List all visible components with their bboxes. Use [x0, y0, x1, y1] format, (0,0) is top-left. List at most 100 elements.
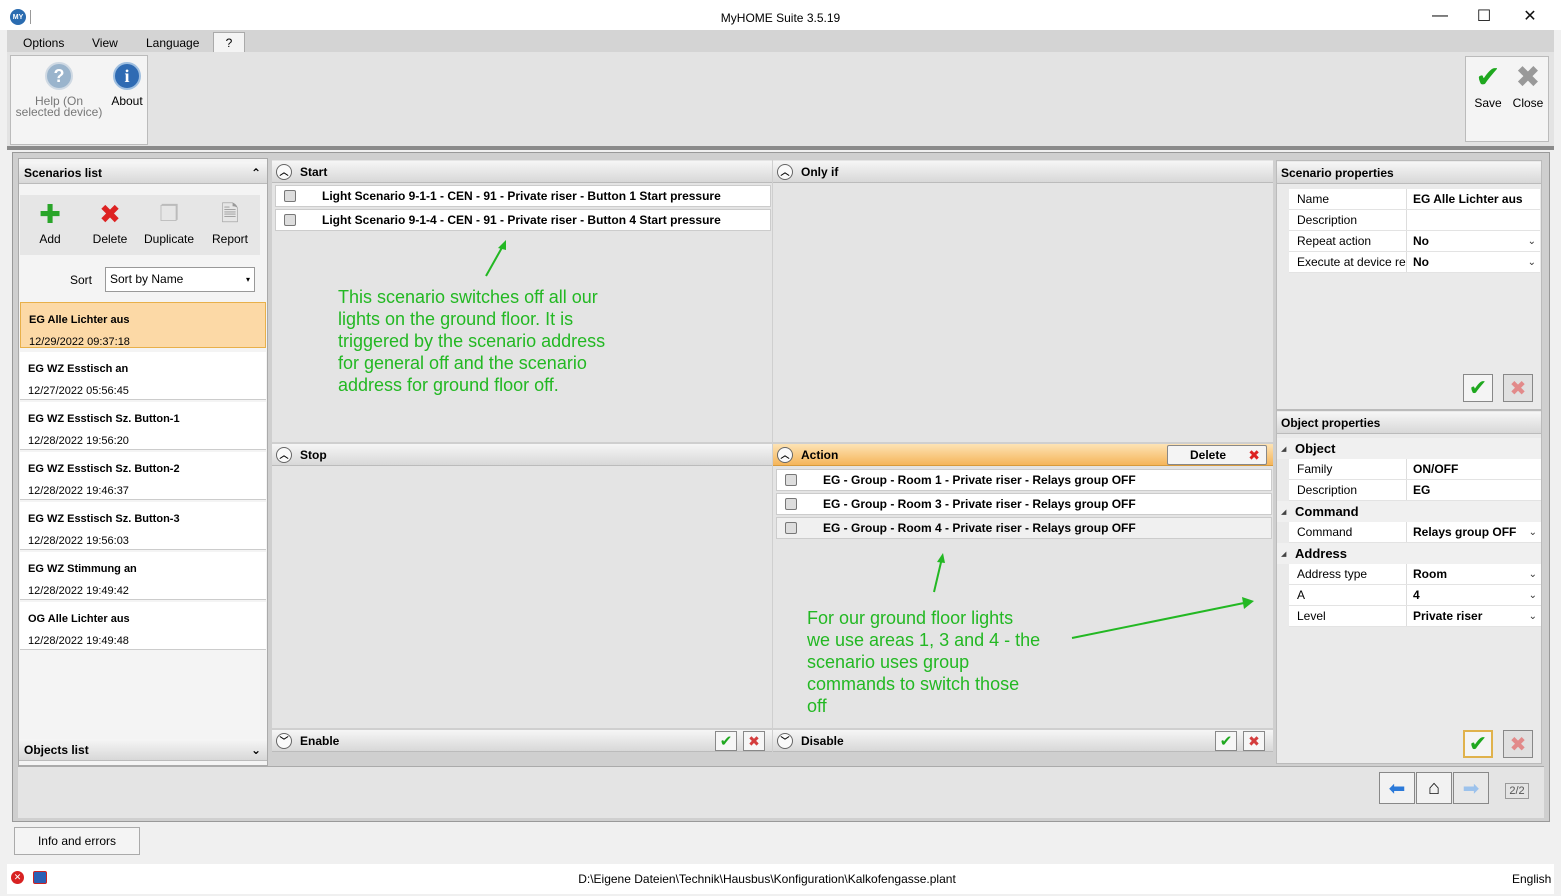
prop-value-level[interactable]: Private riser ⌄ [1407, 606, 1541, 626]
prop-value-execute[interactable]: No ⌄ [1407, 252, 1540, 272]
action-row[interactable]: EG - Group - Room 3 - Private riser - Re… [776, 493, 1272, 515]
scenario-properties-header: Scenario properties [1277, 162, 1541, 184]
scenario-properties-confirm-button[interactable]: ✔ [1463, 374, 1493, 402]
action-delete-button[interactable]: Delete ✖ [1167, 445, 1267, 465]
enable-confirm-button[interactable]: ✔ [715, 731, 737, 751]
sort-select[interactable]: Sort by Name ▾ [105, 267, 255, 292]
back-arrow-icon[interactable]: ⬅ [1379, 772, 1415, 804]
prop-name: Execute at device re [1289, 252, 1407, 272]
home-icon[interactable]: ⌂ [1416, 772, 1452, 804]
maximize-button[interactable]: ☐ [1464, 4, 1504, 28]
info-errors-tab[interactable]: Info and errors [14, 827, 140, 855]
prop-row-description[interactable]: Description EG [1289, 480, 1541, 501]
start-row[interactable]: Light Scenario 9-1-4 - CEN - 91 - Privat… [275, 209, 771, 231]
action-row[interactable]: EG - Group - Room 1 - Private riser - Re… [776, 469, 1272, 491]
prop-value-command[interactable]: Relays group OFF ⌄ [1407, 522, 1541, 542]
scenario-item-5[interactable]: EG WZ Stimmung an 12/28/2022 19:49:42 [20, 552, 266, 600]
prop-row-name[interactable]: Name EG Alle Lichter aus [1289, 189, 1540, 210]
action-delete-label: Delete [1190, 448, 1227, 462]
prop-row-a[interactable]: A 4 ⌄ [1289, 585, 1541, 606]
prop-row-family[interactable]: Family ON/OFF [1289, 459, 1541, 480]
close-window-button[interactable]: ✕ [1510, 4, 1550, 28]
help-button[interactable]: ? Help (On selected device) [12, 62, 106, 120]
scenario-item-6[interactable]: OG Alle Lichter aus 12/28/2022 19:49:48 [20, 602, 266, 650]
annotation-bottom: For our ground floor lights we use areas… [807, 607, 1040, 717]
start-header[interactable]: ︿ Start [272, 161, 772, 183]
disable-cancel-button[interactable]: ✖ [1243, 731, 1265, 751]
section-address[interactable]: Address [1277, 543, 1541, 565]
prop-row-command[interactable]: Command Relays group OFF ⌄ [1289, 522, 1541, 543]
menu-language[interactable]: Language [146, 36, 199, 50]
prop-value-name[interactable]: EG Alle Lichter aus [1407, 189, 1540, 209]
prop-value-description[interactable]: EG [1407, 480, 1541, 500]
annotation-line: for general off and the scenario [338, 353, 587, 373]
scenario-properties-cancel-button[interactable]: ✖ [1503, 374, 1533, 402]
minimize-button[interactable]: — [1420, 4, 1460, 28]
collapse-start-icon[interactable]: ︿ [276, 163, 292, 180]
scenario-date: 12/28/2022 19:49:42 [28, 585, 129, 597]
prop-row-description[interactable]: Description [1289, 210, 1540, 231]
prop-value-address-type[interactable]: Room ⌄ [1407, 564, 1541, 584]
delete-button[interactable]: ✖ Delete [86, 200, 134, 250]
section-command[interactable]: Command [1277, 501, 1541, 523]
enable-header[interactable]: ﹀ Enable [272, 730, 772, 752]
close-button[interactable]: ✖ Close [1510, 62, 1546, 114]
report-button[interactable]: 🗎 Report [204, 200, 256, 250]
plus-icon: ✚ [39, 199, 61, 229]
scenario-name: EG WZ Esstisch Sz. Button-2 [28, 463, 180, 475]
checkmark-icon: ✔ [1475, 61, 1501, 94]
prop-value-text: Private riser [1413, 609, 1483, 623]
about-button[interactable]: i About [107, 62, 147, 112]
prop-value-repeat-action[interactable]: No ⌄ [1407, 231, 1540, 251]
prop-value-text: No [1413, 234, 1429, 248]
stop-header[interactable]: ︿ Stop [272, 444, 772, 466]
prop-row-level[interactable]: Level Private riser ⌄ [1289, 606, 1541, 627]
expand-disable-icon[interactable]: ﹀ [777, 732, 793, 749]
report-icon: 🗎 [221, 201, 239, 226]
only-if-header[interactable]: ︿ Only if [773, 161, 1273, 183]
start-row[interactable]: Light Scenario 9-1-1 - CEN - 91 - Privat… [275, 185, 771, 207]
action-row[interactable]: EG - Group - Room 4 - Private riser - Re… [776, 517, 1272, 539]
chevron-down-icon: ⌄ [1527, 257, 1536, 268]
scenario-item-0[interactable]: EG Alle Lichter aus 12/29/2022 09:37:18 [20, 302, 266, 348]
annotation-line: This scenario switches off all our [338, 287, 598, 307]
window-title: MyHOME Suite 3.5.19 [720, 11, 841, 25]
sort-label: Sort [70, 273, 93, 287]
scenario-item-4[interactable]: EG WZ Esstisch Sz. Button-3 12/28/2022 1… [20, 502, 266, 550]
object-properties-confirm-button[interactable]: ✔ [1463, 730, 1493, 758]
collapse-only-if-icon[interactable]: ︿ [777, 163, 793, 180]
object-properties-cancel-button[interactable]: ✖ [1503, 730, 1533, 758]
scenario-item-1[interactable]: EG WZ Esstisch an 12/27/2022 05:56:45 [20, 352, 266, 400]
scenario-name: EG WZ Esstisch Sz. Button-1 [28, 413, 180, 425]
scenario-item-3[interactable]: EG WZ Esstisch Sz. Button-2 12/28/2022 1… [20, 452, 266, 500]
add-button[interactable]: ✚ Add [30, 200, 70, 250]
scenario-item-2[interactable]: EG WZ Esstisch Sz. Button-1 12/28/2022 1… [20, 402, 266, 450]
chevron-down-icon: ⌄ [1528, 611, 1537, 622]
prop-row-address-type[interactable]: Address type Room ⌄ [1289, 564, 1541, 585]
objects-list-header[interactable]: Objects list ⌄ [19, 739, 267, 761]
menu-options[interactable]: Options [23, 36, 64, 50]
prop-value-description[interactable] [1407, 210, 1540, 230]
prop-row-execute[interactable]: Execute at device re No ⌄ [1289, 252, 1540, 273]
collapse-stop-icon[interactable]: ︿ [276, 446, 292, 463]
scenarios-list-header[interactable]: Scenarios list ⌃ [19, 162, 267, 184]
disable-header[interactable]: ﹀ Disable [773, 730, 1273, 752]
collapse-action-icon[interactable]: ︿ [777, 446, 793, 463]
enable-cancel-button[interactable]: ✖ [743, 731, 765, 751]
chevron-down-icon: ⌄ [1527, 236, 1536, 247]
report-label: Report [211, 232, 249, 246]
prop-value-text: Relays group OFF [1413, 525, 1517, 539]
menu-help-tab[interactable]: ? [213, 32, 245, 54]
section-object[interactable]: Object [1277, 438, 1541, 460]
disable-confirm-button[interactable]: ✔ [1215, 731, 1237, 751]
menu-view[interactable]: View [92, 36, 118, 50]
duplicate-button[interactable]: ❐ Duplicate [138, 200, 200, 250]
forward-arrow-icon[interactable]: ➡ [1453, 772, 1489, 804]
prop-row-repeat-action[interactable]: Repeat action No ⌄ [1289, 231, 1540, 252]
prop-value-a[interactable]: 4 ⌄ [1407, 585, 1541, 605]
start-row-text: Light Scenario 9-1-4 - CEN - 91 - Privat… [322, 213, 721, 227]
action-row-text: EG - Group - Room 1 - Private riser - Re… [823, 473, 1136, 487]
expand-enable-icon[interactable]: ﹀ [276, 732, 292, 749]
prop-value-text: 4 [1413, 588, 1420, 602]
save-button[interactable]: ✔ Save [1470, 62, 1506, 114]
